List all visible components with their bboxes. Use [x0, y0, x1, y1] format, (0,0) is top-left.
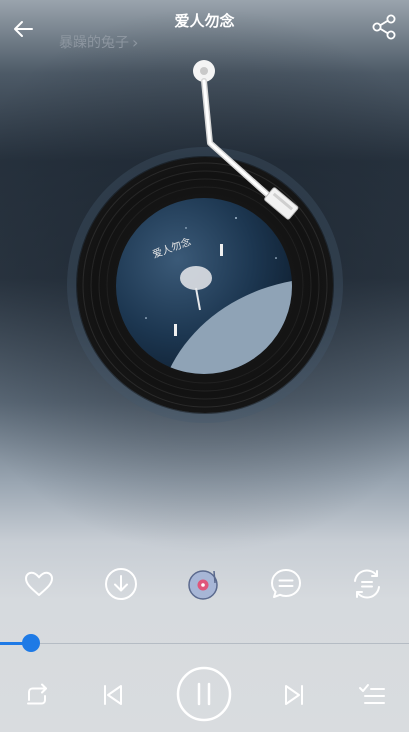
artist-name: 暴躁的兔子 [59, 35, 129, 51]
comment-button[interactable] [268, 566, 304, 602]
more-button[interactable] [349, 566, 385, 602]
vinyl-disc-icon [188, 570, 218, 600]
chat-bubble-icon [271, 569, 301, 598]
share-button[interactable] [369, 12, 399, 42]
next-button[interactable] [277, 678, 311, 712]
repeat-button[interactable] [20, 678, 54, 712]
previous-button[interactable] [96, 678, 130, 712]
skip-next-icon [285, 685, 303, 705]
repeat-icon [27, 683, 47, 705]
record-mode-button[interactable] [185, 566, 221, 602]
download-button[interactable] [103, 566, 139, 602]
heart-icon [25, 571, 53, 596]
pause-icon [176, 666, 232, 722]
download-circle-icon [105, 568, 137, 600]
artist-link[interactable]: 暴躁的兔子 › [59, 32, 138, 52]
circle-arrows-icon [354, 569, 380, 599]
pause-button[interactable] [176, 666, 232, 722]
chevron-right-icon: › [132, 32, 139, 52]
song-title: 爱人勿念 [174, 12, 235, 30]
progress-knob[interactable] [22, 634, 40, 652]
skip-previous-icon [104, 685, 122, 705]
like-button[interactable] [21, 566, 57, 602]
share-icon [372, 14, 396, 40]
progress-track[interactable] [0, 643, 409, 644]
tonearm [180, 55, 310, 235]
playlist-button[interactable] [355, 678, 389, 712]
playlist-icon [359, 684, 385, 704]
